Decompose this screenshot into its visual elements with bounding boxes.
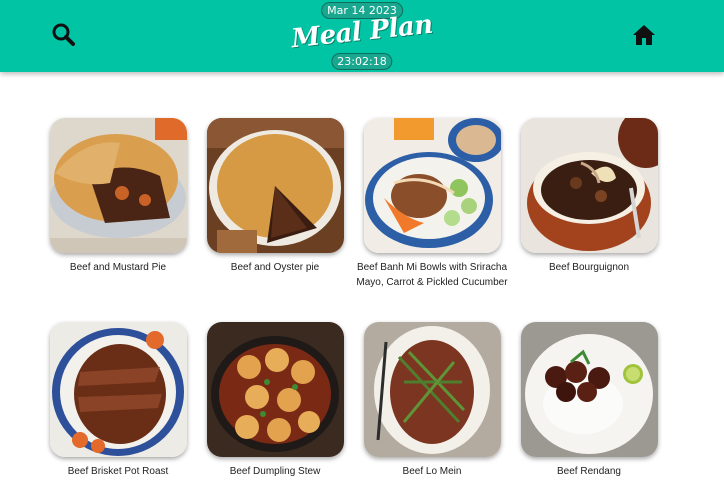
recipe-name: Beef Lo Mein	[402, 466, 462, 477]
recipe-card[interactable]: Beef Bourguignon	[521, 118, 658, 275]
recipe-name: Beef Dumpling Stew	[229, 466, 321, 477]
recipe-name: Beef Brisket Pot Roast	[67, 466, 169, 477]
recipe-grid: Beef and Mustard Pie Beef and Oyster pie	[0, 0, 724, 489]
recipe-image	[207, 322, 344, 457]
recipe-card[interactable]: Beef Dumpling Stew	[207, 322, 344, 479]
recipe-card[interactable]: Beef and Oyster pie	[207, 118, 344, 275]
recipe-image	[50, 322, 187, 457]
recipe-card[interactable]: Beef Brisket Pot Roast	[50, 322, 187, 479]
recipe-name: Beef Banh Mi Bowls with Sriracha Mayo, C…	[356, 262, 508, 288]
recipe-image	[364, 322, 501, 457]
recipe-card[interactable]: Beef Banh Mi Bowls with Sriracha Mayo, C…	[356, 118, 508, 290]
recipe-card[interactable]: Beef Rendang	[521, 322, 658, 479]
recipe-image	[521, 118, 658, 253]
recipe-name: Beef and Mustard Pie	[69, 262, 167, 273]
recipe-image	[364, 118, 501, 253]
recipe-name: Beef Bourguignon	[548, 262, 630, 273]
recipe-image	[521, 322, 658, 457]
recipe-image	[207, 118, 344, 253]
recipe-name: Beef Rendang	[557, 466, 621, 477]
recipe-image	[50, 118, 187, 253]
recipe-card[interactable]: Beef Lo Mein	[364, 322, 501, 479]
recipe-card[interactable]: Beef and Mustard Pie	[50, 118, 187, 275]
recipe-name: Beef and Oyster pie	[230, 262, 320, 273]
